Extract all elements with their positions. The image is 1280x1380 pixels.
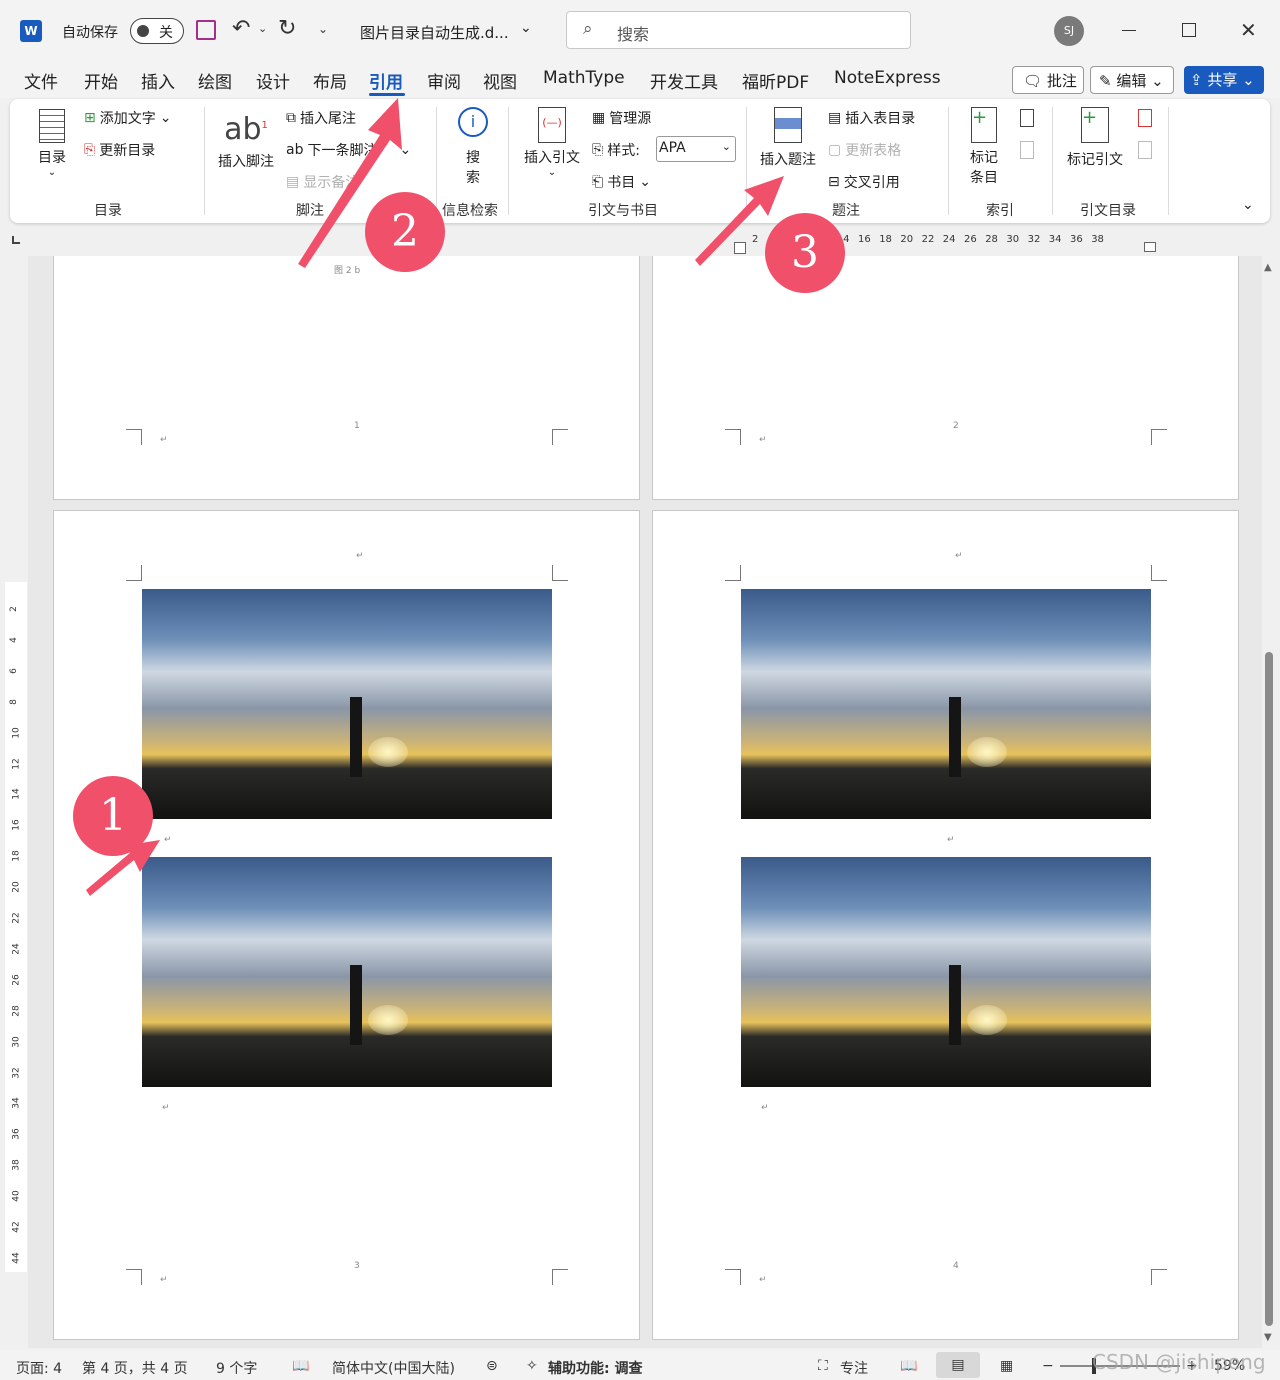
track-icon[interactable]: ⊜ — [486, 1358, 498, 1374]
read-mode-icon[interactable]: 📖 — [900, 1358, 917, 1374]
status-page[interactable]: 页面: 4 — [16, 1358, 62, 1378]
status-focus[interactable]: 专注 — [840, 1358, 868, 1378]
annotation-circle-3: 3 — [765, 213, 845, 293]
web-layout-icon[interactable]: ▦ — [1000, 1358, 1013, 1374]
annotation-circle-2: 2 — [365, 192, 445, 272]
print-layout-icon: ▤ — [951, 1357, 965, 1373]
focus-icon: ⛶ — [818, 1358, 828, 1374]
status-language[interactable]: 简体中文(中国大陆) — [332, 1358, 455, 1378]
annotation-arrows — [86, 98, 784, 896]
status-page-of[interactable]: 第 4 页，共 4 页 — [82, 1358, 188, 1378]
accessibility-icon: ✧ — [526, 1358, 538, 1374]
status-accessibility[interactable]: 辅助功能: 调查 — [548, 1358, 642, 1378]
print-layout-button[interactable]: ▤ — [936, 1352, 980, 1378]
zoom-out-icon[interactable]: − — [1042, 1358, 1054, 1374]
status-word-count[interactable]: 9 个字 — [216, 1358, 257, 1378]
annotation-circle-1: 1 — [73, 776, 153, 856]
book-icon[interactable]: 📖 — [292, 1358, 309, 1374]
watermark: CSDN @jishipeng — [1092, 1350, 1266, 1374]
status-bar: 页面: 4 第 4 页，共 4 页 9 个字 📖 简体中文(中国大陆) ⊜ ✧ … — [0, 1350, 1280, 1380]
